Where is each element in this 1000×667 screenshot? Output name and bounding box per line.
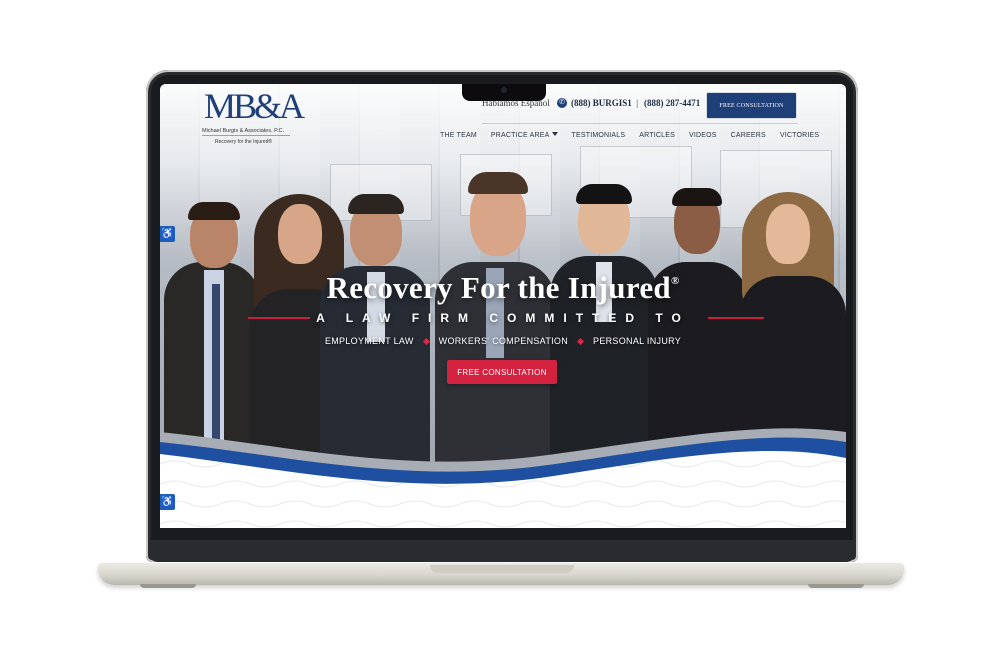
logo-mark-text: MB&A	[204, 86, 305, 126]
camera-icon	[501, 87, 507, 93]
firm-name: Michael Burgis & Associates, P.C.	[202, 128, 285, 134]
logo[interactable]: MB&A	[204, 86, 305, 126]
hero-subtitle: A LAW FIRM COMMITTED TO	[316, 311, 690, 325]
logo-tagline: Recovery for the Injured®	[215, 139, 273, 145]
service-list: EMPLOYMENT LAW WORKERS' COMPENSATION PER…	[160, 336, 846, 346]
wheelchair-icon[interactable]: ♿	[160, 494, 175, 510]
laptop-bezel	[148, 540, 856, 562]
main-nav: THE TEAM PRACTICE AREA TESTIMONIALS ARTI…	[440, 132, 819, 139]
nav-item-the-team[interactable]: THE TEAM	[440, 132, 477, 139]
service-employment-law[interactable]: EMPLOYMENT LAW	[325, 336, 414, 346]
phone-secondary[interactable]: (888) 287-4471	[644, 98, 700, 108]
diamond-icon	[576, 337, 585, 345]
nav-divider	[482, 123, 798, 124]
nav-item-label: PRACTICE AREA	[490, 132, 550, 139]
laptop-foot-right	[808, 584, 864, 588]
laptop-hinge-notch	[430, 565, 574, 573]
service-personal-injury[interactable]: PERSONAL INJURY	[593, 336, 681, 346]
wave-divider	[160, 428, 846, 528]
hero-title-text: Recovery For the Injured	[326, 270, 671, 305]
nav-item-practice-area[interactable]: PRACTICE AREA	[491, 132, 558, 139]
hero-title: Recovery For the Injured®	[160, 270, 846, 306]
website-screen: MB&A Michael Burgis & Associates, P.C. R…	[160, 84, 846, 528]
phone-icon: ✆	[557, 98, 567, 108]
nav-item-careers[interactable]: CAREERS	[731, 132, 766, 139]
diamond-icon	[422, 337, 430, 345]
logo-divider	[202, 135, 290, 136]
service-workers-compensation[interactable]: WORKERS' COMPENSATION	[439, 336, 568, 346]
registered-mark: ®	[670, 275, 680, 287]
camera-notch	[462, 84, 546, 101]
nav-item-testimonials[interactable]: TESTIMONIALS	[572, 132, 626, 139]
nav-item-articles[interactable]: ARTICLES	[639, 132, 675, 139]
phone-separator: |	[636, 98, 639, 108]
caret-down-icon	[551, 132, 558, 136]
nav-item-videos[interactable]: VIDEOS	[689, 132, 717, 139]
phone-primary[interactable]: (888) BURGIS1	[571, 98, 632, 108]
nav-item-victories[interactable]: VICTORIES	[780, 132, 819, 139]
wheelchair-icon[interactable]: ♿	[160, 226, 175, 242]
laptop-foot-left	[140, 584, 196, 588]
hero-consultation-button[interactable]: FREE CONSULTATION	[447, 360, 557, 384]
header-consultation-button[interactable]: FREE CONSULTATION	[706, 92, 797, 119]
